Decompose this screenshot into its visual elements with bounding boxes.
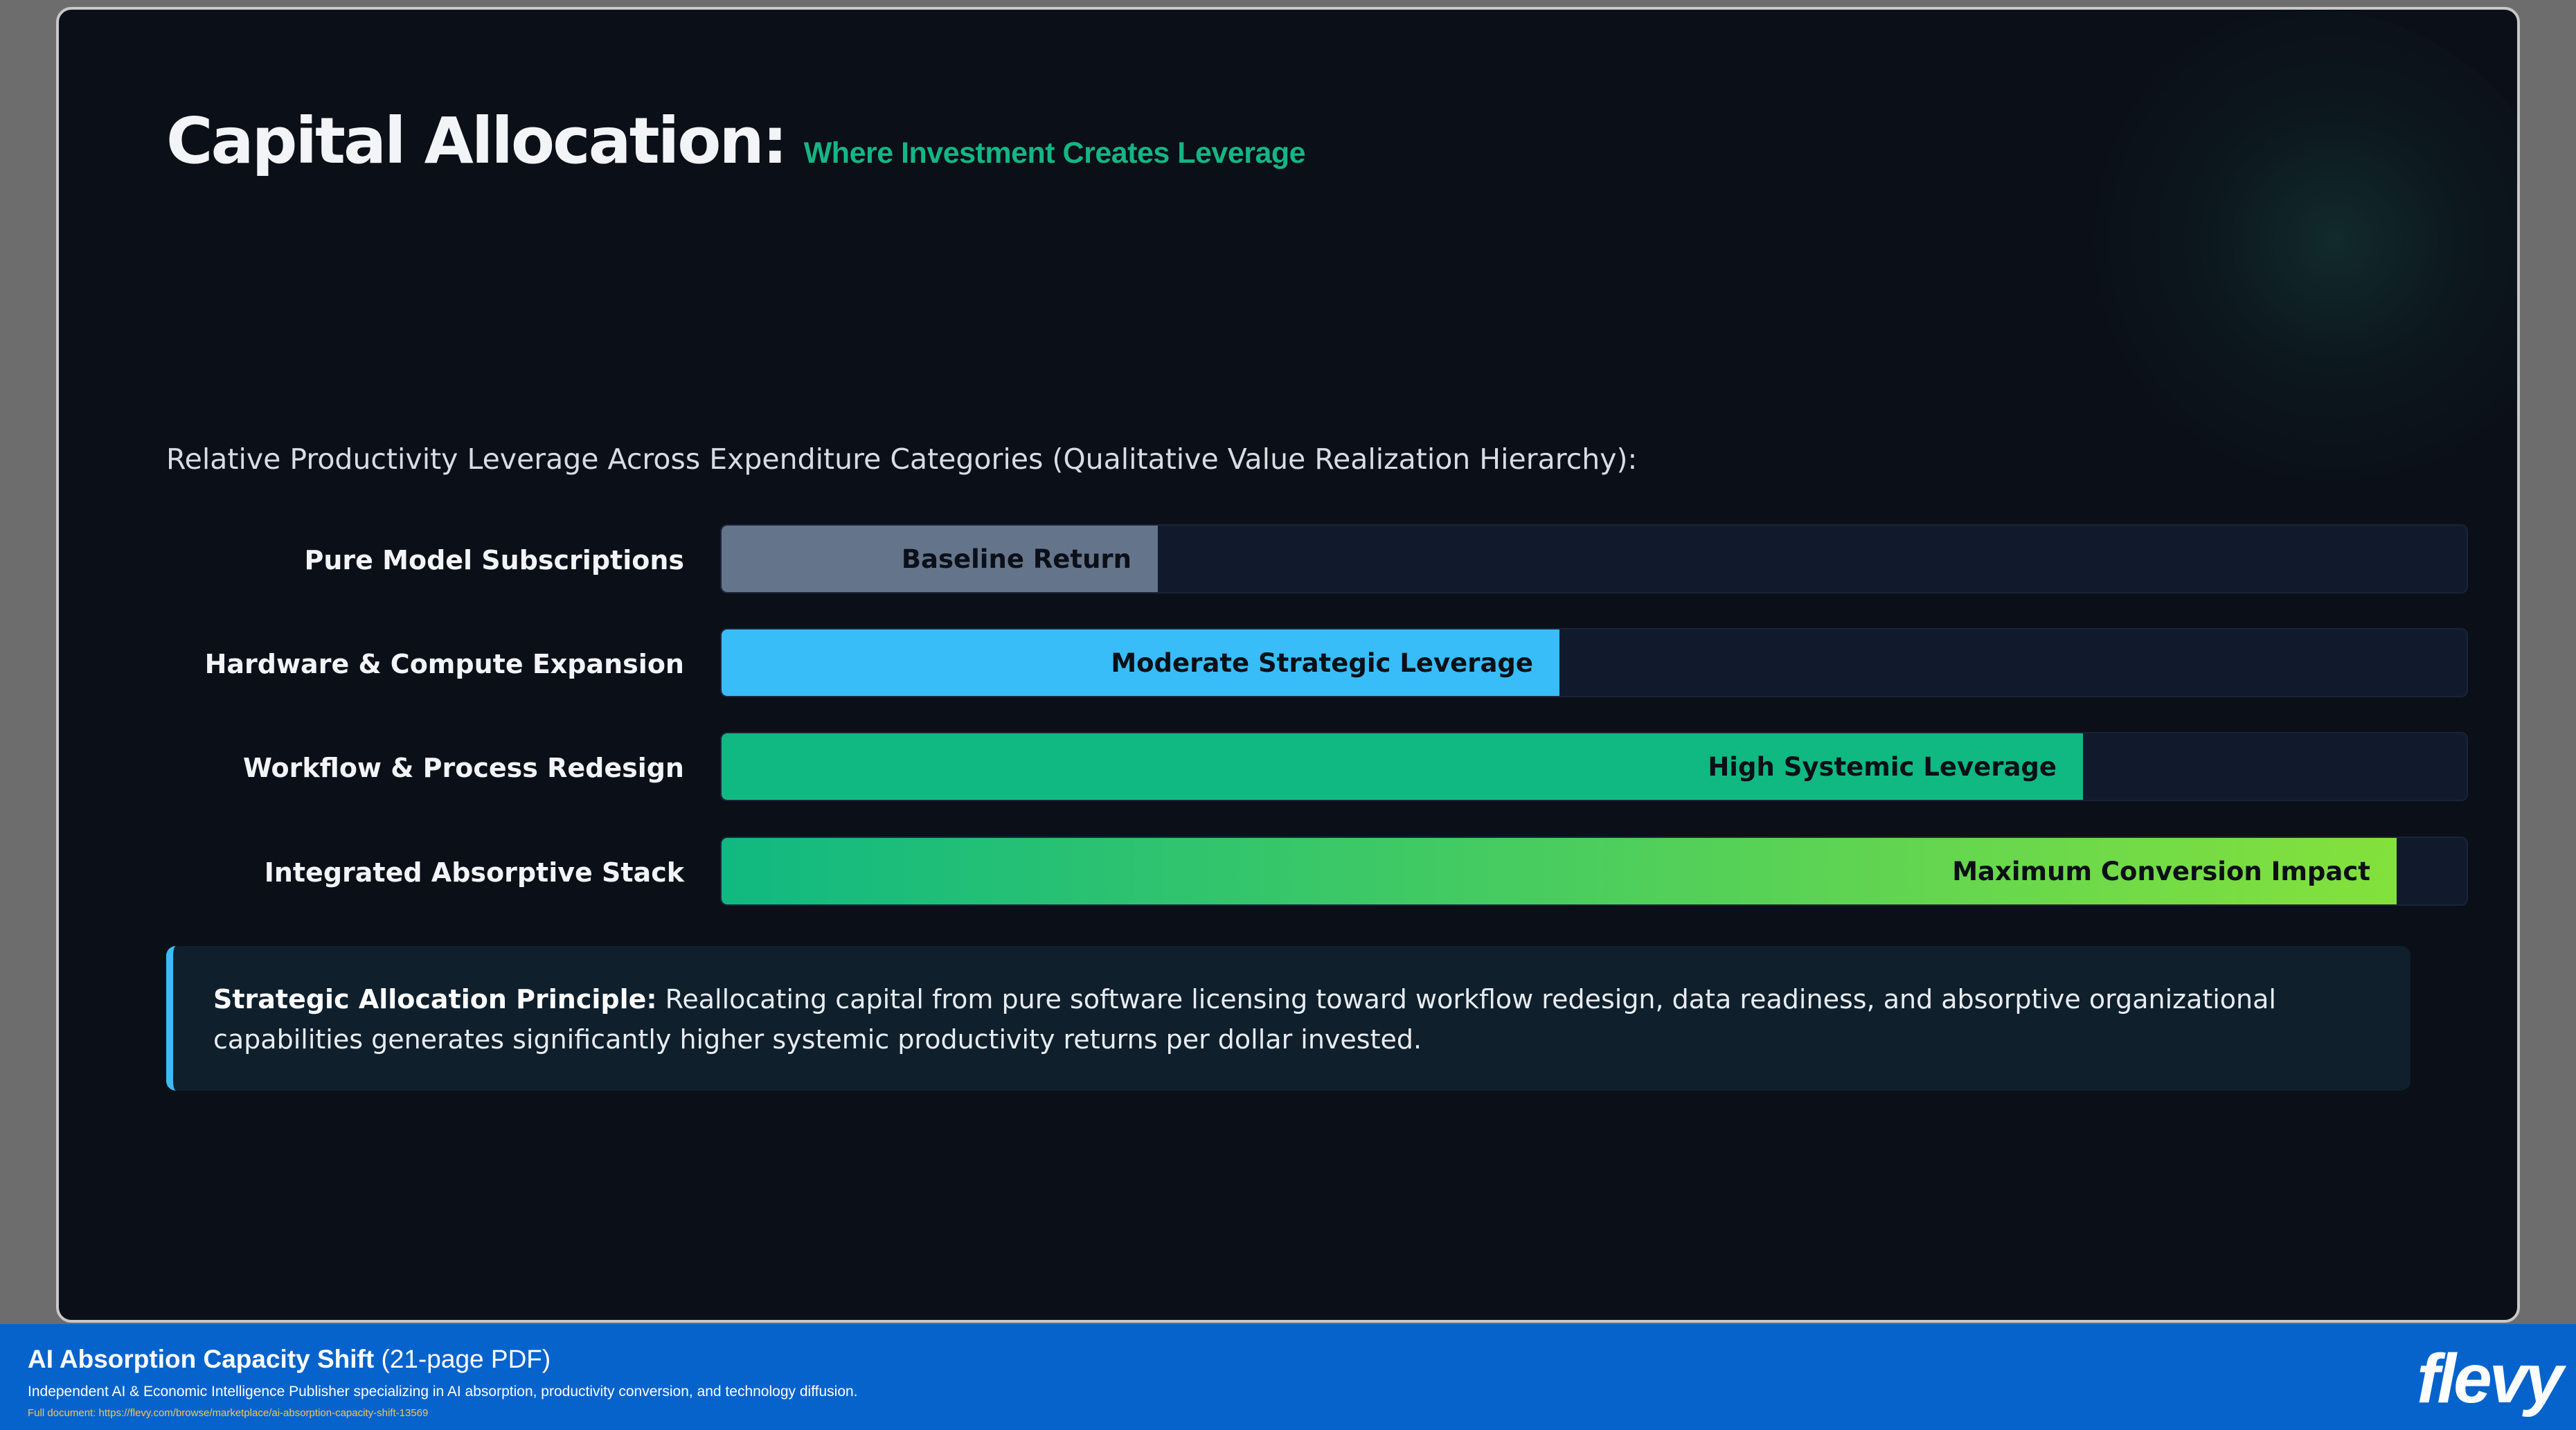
- bar-category-label: Workflow & Process Redesign: [242, 753, 684, 783]
- bar-track: High Systemic Leverage: [720, 732, 2468, 801]
- bar-row: Hardware & Compute Expansion Moderate Str…: [166, 628, 2468, 700]
- bar-fill: Baseline Return: [722, 526, 1158, 592]
- document-title: AI Absorption Capacity Shift: [28, 1345, 375, 1373]
- bar-row: Integrated Absorptive Stack Maximum Conve…: [166, 837, 2468, 909]
- bar-track: Baseline Return: [720, 524, 2468, 593]
- bar-value-label: Moderate Strategic Leverage: [1111, 647, 1533, 678]
- bar-category-label: Integrated Absorptive Stack: [264, 857, 684, 888]
- slide: Capital Allocation: Where Investment Cre…: [56, 7, 2520, 1323]
- chart-caption: Relative Productivity Leverage Across Ex…: [166, 443, 1638, 476]
- bar-row: Workflow & Process Redesign High Systemic…: [166, 732, 2468, 804]
- bar-track: Moderate Strategic Leverage: [720, 628, 2468, 697]
- bar-category-label: Pure Model Subscriptions: [304, 545, 685, 575]
- bar-value-label: Baseline Return: [901, 544, 1132, 574]
- page-subtitle: Where Investment Creates Leverage: [803, 136, 1306, 170]
- footer-title: AI Absorption Capacity Shift (21-page PD…: [28, 1345, 551, 1374]
- callout-heading: Strategic Allocation Principle:: [213, 984, 657, 1015]
- strategic-principle-callout: Strategic Allocation Principle: Realloca…: [166, 946, 2410, 1091]
- bar-value-label: High Systemic Leverage: [1708, 751, 2057, 782]
- flevy-logo[interactable]: flevy: [2417, 1339, 2564, 1419]
- bar-category-label: Hardware & Compute Expansion: [204, 649, 684, 679]
- bar-row: Pure Model Subscriptions Baseline Return: [166, 524, 2468, 596]
- bar-track: Maximum Conversion Impact: [720, 837, 2468, 906]
- page-count: (21-page PDF): [374, 1345, 551, 1373]
- background-glow: [2053, 10, 2517, 522]
- page-title: Capital Allocation:: [166, 104, 788, 178]
- title-row: Capital Allocation: Where Investment Cre…: [166, 104, 1306, 178]
- document-link[interactable]: Full document: https://flevy.com/browse/…: [28, 1407, 428, 1419]
- footer-banner: AI Absorption Capacity Shift (21-page PD…: [0, 1324, 2576, 1430]
- bar-fill: Maximum Conversion Impact: [722, 838, 2397, 904]
- bar-fill: Moderate Strategic Leverage: [722, 629, 1559, 696]
- bar-fill: High Systemic Leverage: [722, 733, 2083, 800]
- bar-value-label: Maximum Conversion Impact: [1952, 856, 2370, 886]
- publisher-description: Independent AI & Economic Intelligence P…: [28, 1384, 858, 1400]
